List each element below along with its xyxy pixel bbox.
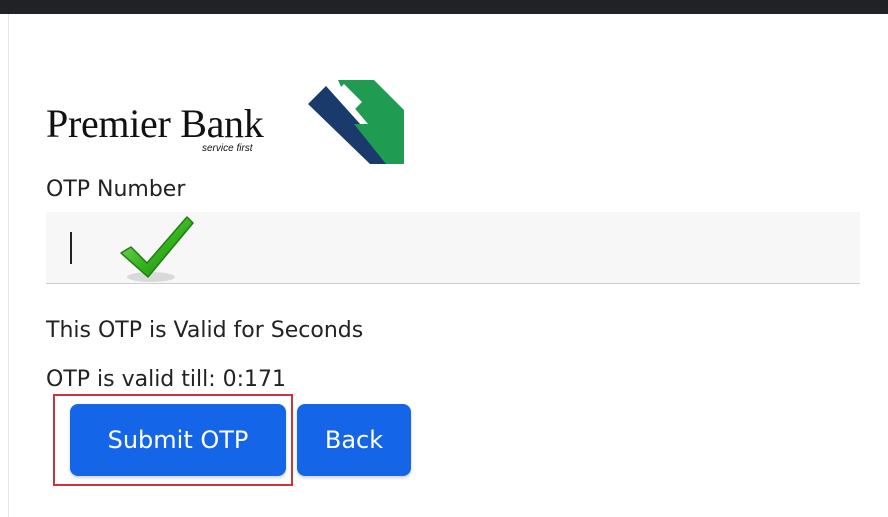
submit-otp-button[interactable]: Submit OTP (70, 404, 286, 476)
back-button[interactable]: Back (297, 404, 411, 476)
otp-validity-text: This OTP is Valid for Seconds (46, 318, 364, 343)
bank-logo: Premier Bank service first (46, 80, 406, 170)
checkmark-icon (120, 216, 194, 282)
bank-name: Premier Bank (46, 101, 264, 146)
text-cursor (70, 232, 72, 264)
left-divider (8, 14, 9, 517)
otp-label: OTP Number (46, 177, 186, 202)
bank-tagline: service first (202, 143, 253, 154)
top-bar (0, 0, 888, 14)
bank-logo-mark-icon (308, 80, 404, 164)
otp-valid-till-text: OTP is valid till: 0:171 (46, 367, 287, 392)
